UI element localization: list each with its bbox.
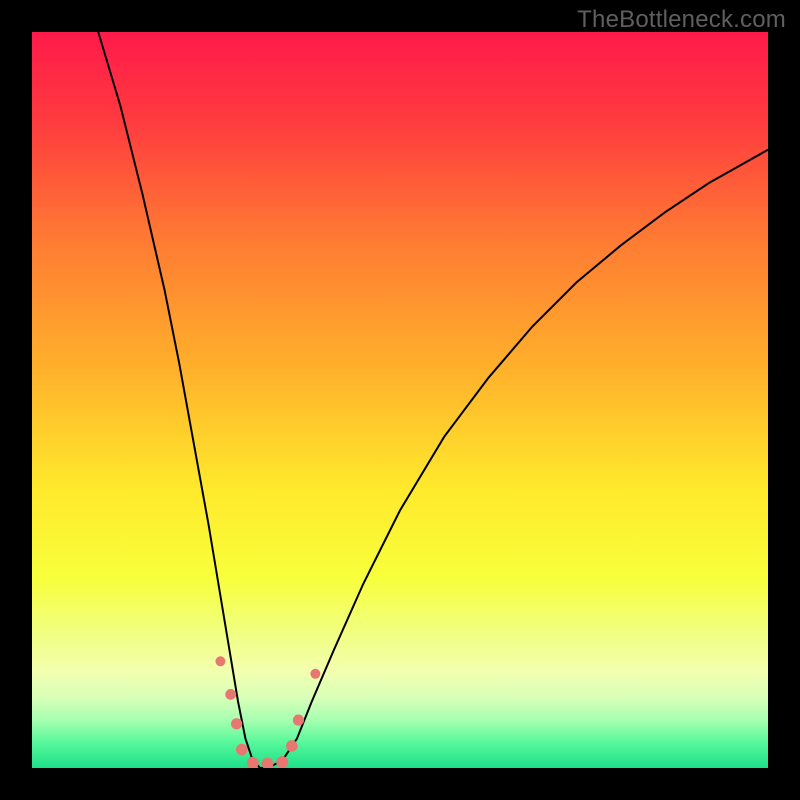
chart-background xyxy=(32,32,768,768)
curve-marker xyxy=(286,740,298,752)
curve-marker xyxy=(310,669,320,679)
curve-marker xyxy=(236,744,248,756)
chart-frame: TheBottleneck.com xyxy=(0,0,800,800)
chart-svg xyxy=(32,32,768,768)
curve-marker xyxy=(231,718,242,729)
watermark-text: TheBottleneck.com xyxy=(577,6,786,34)
curve-marker xyxy=(293,715,304,726)
curve-marker xyxy=(225,689,236,700)
chart-plot-area xyxy=(32,32,768,768)
curve-marker xyxy=(215,656,225,666)
curve-marker xyxy=(276,756,288,768)
